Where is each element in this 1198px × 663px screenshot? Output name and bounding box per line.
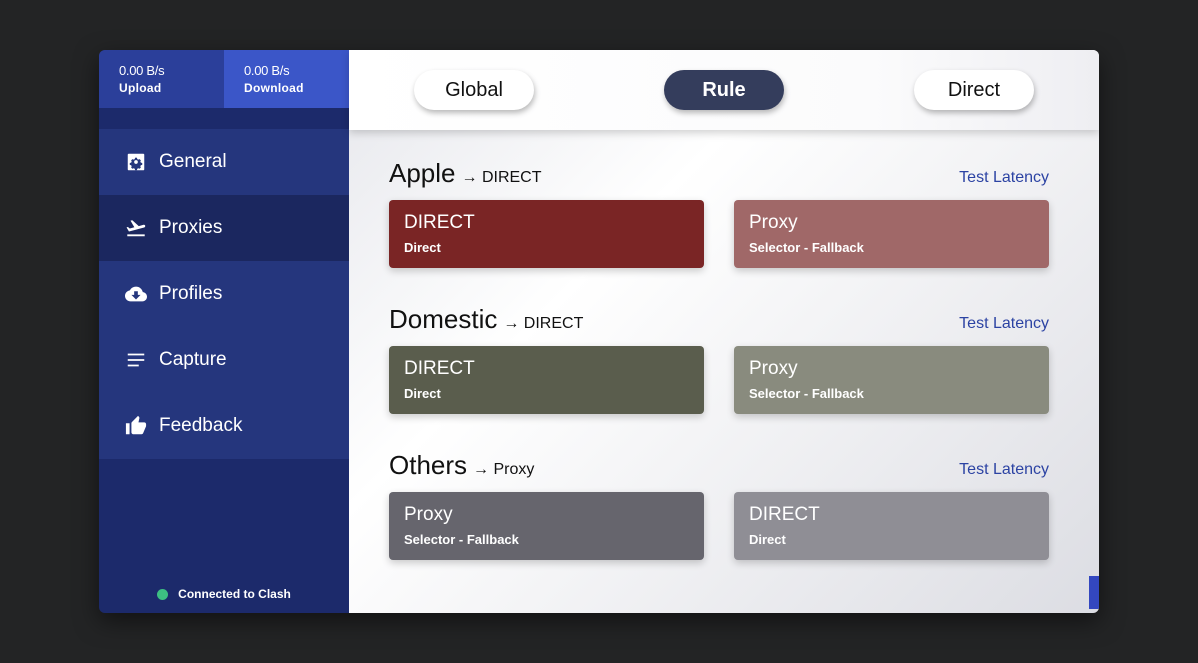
- download-label: Download: [244, 81, 304, 95]
- proxy-name: Proxy: [404, 504, 453, 525]
- group-header: Domestic → DIRECT Test Latency: [389, 304, 1049, 334]
- test-latency-link[interactable]: Test Latency: [959, 169, 1049, 187]
- group-selection: → Proxy: [473, 461, 535, 478]
- sidebar-item-feedback[interactable]: Feedback: [99, 393, 349, 459]
- sidebar-item-capture[interactable]: Capture: [99, 327, 349, 393]
- thumbs-up-icon: [125, 415, 147, 437]
- proxy-name: DIRECT: [749, 504, 820, 525]
- proxy-card-direct[interactable]: DIRECT Direct: [389, 346, 704, 414]
- sidebar-item-label: Capture: [159, 349, 227, 370]
- sidebar-item-proxies[interactable]: Proxies: [99, 195, 349, 261]
- sidebar-nav: General Proxies Profiles Capture Feedbac…: [99, 129, 349, 459]
- traffic-panel: 0.00 B/s Upload 0.00 B/s Download: [99, 50, 349, 108]
- proxy-cards: DIRECT Direct Proxy Selector - Fallback: [389, 346, 1049, 414]
- group-selection: → DIRECT: [503, 315, 584, 332]
- proxy-card-direct[interactable]: DIRECT Direct: [734, 492, 1049, 560]
- sidebar-item-label: Proxies: [159, 217, 223, 238]
- proxy-card-proxy[interactable]: Proxy Selector - Fallback: [389, 492, 704, 560]
- proxy-type: Selector - Fallback: [404, 532, 519, 547]
- main-panel: Global Rule Direct Apple → DIRECT Test L…: [349, 50, 1099, 613]
- gear-icon: [125, 151, 147, 173]
- proxy-card-proxy[interactable]: Proxy Selector - Fallback: [734, 346, 1049, 414]
- mode-rule-button[interactable]: Rule: [664, 70, 784, 110]
- group-header: Apple → DIRECT Test Latency: [389, 158, 1049, 188]
- proxy-group-others: Others → Proxy Test Latency Proxy Select…: [389, 450, 1049, 560]
- sidebar-item-label: Profiles: [159, 283, 223, 304]
- status-text: Connected to Clash: [178, 587, 291, 601]
- sidebar-item-label: Feedback: [159, 415, 243, 436]
- sidebar-item-profiles[interactable]: Profiles: [99, 261, 349, 327]
- group-name: Domestic: [389, 304, 498, 334]
- group-selection: → DIRECT: [461, 169, 542, 186]
- proxy-type: Selector - Fallback: [749, 386, 864, 401]
- proxy-name: DIRECT: [404, 212, 475, 233]
- upload-label: Upload: [119, 81, 162, 95]
- mode-bar: Global Rule Direct: [349, 50, 1099, 130]
- proxy-type: Selector - Fallback: [749, 240, 864, 255]
- upload-stat: 0.00 B/s Upload: [99, 50, 224, 108]
- proxy-name: Proxy: [749, 358, 798, 379]
- test-latency-link[interactable]: Test Latency: [959, 315, 1049, 333]
- proxy-card-direct[interactable]: DIRECT Direct: [389, 200, 704, 268]
- plane-takeoff-icon: [125, 217, 147, 239]
- sidebar-item-label: General: [159, 151, 227, 172]
- group-name: Others: [389, 450, 468, 480]
- status-dot: [157, 588, 169, 600]
- scrollbar-thumb[interactable]: [1089, 576, 1099, 609]
- mode-direct-button[interactable]: Direct: [914, 70, 1034, 110]
- test-latency-link[interactable]: Test Latency: [959, 461, 1049, 479]
- proxy-card-proxy[interactable]: Proxy Selector - Fallback: [734, 200, 1049, 268]
- app-window: 0.00 B/s Upload 0.00 B/s Download Genera…: [99, 50, 1099, 613]
- group-name: Apple: [389, 158, 456, 188]
- download-rate: 0.00 B/s: [244, 63, 290, 78]
- proxy-type: Direct: [749, 532, 786, 547]
- proxy-cards: Proxy Selector - Fallback DIRECT Direct: [389, 492, 1049, 560]
- proxy-type: Direct: [404, 240, 441, 255]
- proxy-name: Proxy: [749, 212, 798, 233]
- upload-rate: 0.00 B/s: [119, 63, 165, 78]
- group-header: Others → Proxy Test Latency: [389, 450, 1049, 480]
- proxy-group-apple: Apple → DIRECT Test Latency DIRECT Direc…: [389, 158, 1049, 268]
- proxy-group-domestic: Domestic → DIRECT Test Latency DIRECT Di…: [389, 304, 1049, 414]
- sidebar-item-general[interactable]: General: [99, 129, 349, 195]
- lines-icon: [125, 349, 147, 371]
- proxy-cards: DIRECT Direct Proxy Selector - Fallback: [389, 200, 1049, 268]
- connection-status: Connected to Clash: [99, 587, 349, 601]
- cloud-download-icon: [125, 283, 147, 305]
- proxy-name: DIRECT: [404, 358, 475, 379]
- proxy-type: Direct: [404, 386, 441, 401]
- mode-global-button[interactable]: Global: [414, 70, 534, 110]
- download-stat: 0.00 B/s Download: [224, 50, 349, 108]
- sidebar: 0.00 B/s Upload 0.00 B/s Download Genera…: [99, 50, 349, 613]
